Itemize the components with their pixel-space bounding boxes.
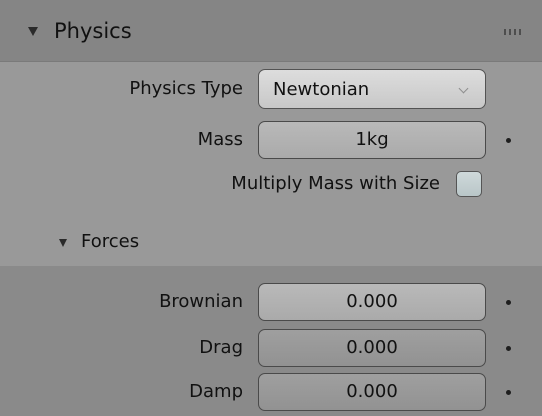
keyframe-dot-icon[interactable] (506, 138, 511, 143)
mass-field[interactable]: 1kg (258, 121, 486, 159)
brownian-label: Brownian (159, 291, 243, 312)
collapse-triangle-icon[interactable] (28, 27, 38, 36)
panel-title: Physics (54, 19, 132, 43)
physics-type-value: Newtonian (273, 79, 370, 100)
physics-type-dropdown[interactable]: Newtonian (258, 69, 486, 109)
drag-grip-icon[interactable] (504, 28, 526, 36)
drag-field[interactable]: 0.000 (258, 329, 486, 367)
drag-label: Drag (199, 337, 243, 358)
damp-field[interactable]: 0.000 (258, 373, 486, 411)
physics-type-label: Physics Type (129, 78, 243, 99)
multiply-mass-label: Multiply Mass with Size (231, 173, 440, 194)
keyframe-dot-icon[interactable] (506, 346, 511, 351)
damp-label: Damp (189, 381, 243, 402)
collapse-triangle-icon[interactable] (59, 239, 67, 247)
physics-panel-header[interactable]: Physics (0, 0, 542, 62)
keyframe-dot-icon[interactable] (506, 300, 511, 305)
multiply-mass-checkbox[interactable] (456, 171, 482, 197)
chevron-down-icon (458, 83, 469, 94)
forces-title: Forces (81, 231, 140, 252)
mass-label: Mass (197, 129, 243, 150)
brownian-field[interactable]: 0.000 (258, 283, 486, 321)
keyframe-dot-icon[interactable] (506, 390, 511, 395)
